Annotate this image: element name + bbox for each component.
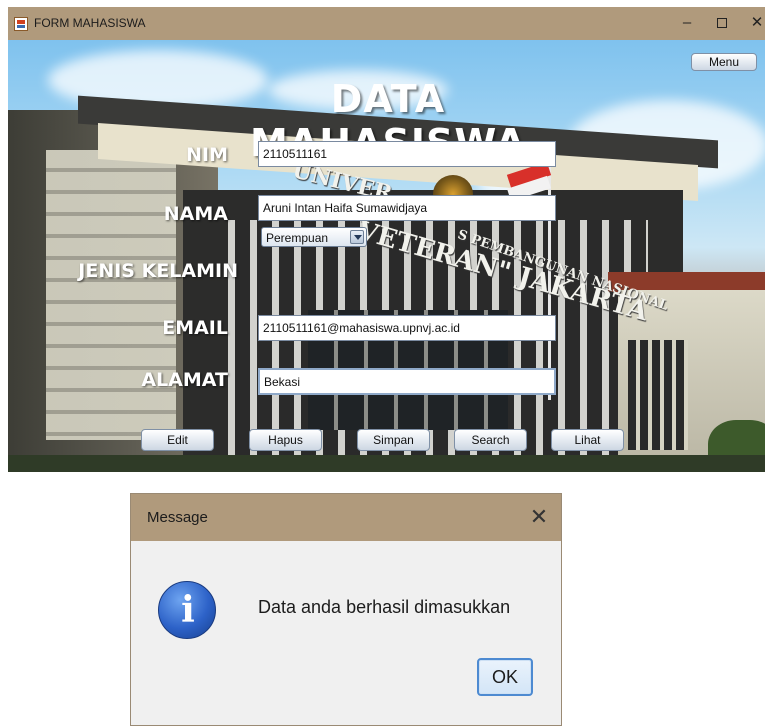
ok-button[interactable]: OK [477,658,533,696]
nama-label: NAMA [163,203,228,225]
close-icon[interactable]: ✕ [744,11,765,35]
edit-button[interactable]: Edit [141,429,214,451]
building-right-windows [628,340,688,450]
minimize-icon[interactable]: – [674,11,700,35]
main-window: FORM MAHASISWA – ✕ UNIVER S PEMBANGUNAN … [8,7,765,472]
chevron-down-icon[interactable] [350,230,364,244]
hapus-button[interactable]: Hapus [249,429,322,451]
jenis-kelamin-value: Perempuan [266,231,329,245]
nama-field[interactable]: Aruni Intan Haifa Sumawidjaya [258,195,556,221]
info-icon-glyph: i [181,589,195,631]
dialog-message: Data anda berhasil dimasukkan [258,597,511,617]
dialog-body: i Data anda berhasil dimasukkan OK [131,541,561,725]
window-title: FORM MAHASISWA [34,16,146,30]
alamat-field[interactable]: Bekasi [258,368,556,395]
info-icon: i [158,581,216,639]
email-field[interactable]: 2110511161@mahasiswa.upnvj.ac.id [258,315,556,341]
email-label: EMAIL [162,317,228,339]
menu-button[interactable]: Menu [691,53,757,71]
alamat-label: ALAMAT [141,369,228,391]
nim-field[interactable]: 2110511161 [258,141,556,167]
window-titlebar[interactable]: FORM MAHASISWA – ✕ [8,7,765,40]
dialog-title: Message [147,509,208,526]
simpan-button[interactable]: Simpan [357,429,430,451]
jenis-kelamin-select[interactable]: Perempuan [261,227,367,247]
building-left-panel [46,150,176,440]
dialog-close-icon[interactable]: ✕ [527,505,551,529]
ground [8,455,765,472]
lihat-button[interactable]: Lihat [551,429,624,451]
nim-label: NIM [186,144,228,166]
dialog-titlebar[interactable]: Message ✕ [131,494,561,541]
message-dialog: Message ✕ i Data anda berhasil dimasukka… [130,493,562,726]
app-icon [14,17,28,31]
jenis-kelamin-label: JENIS KELAMIN [78,260,238,282]
search-button[interactable]: Search [454,429,527,451]
maximize-icon[interactable] [709,11,735,35]
